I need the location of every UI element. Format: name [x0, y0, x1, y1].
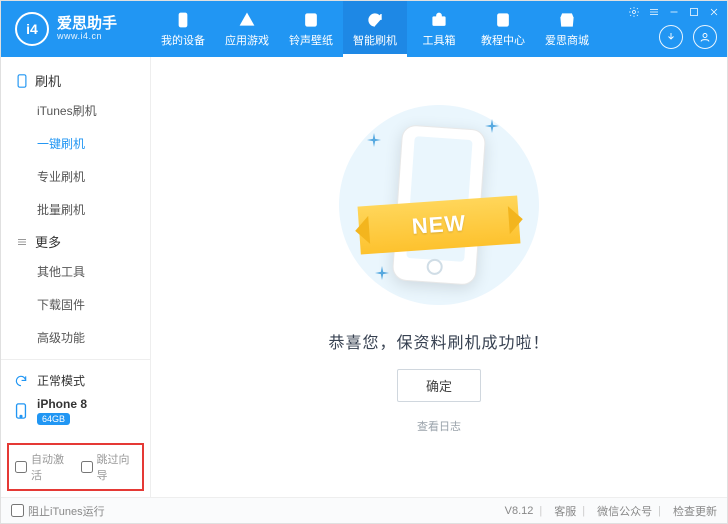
sidebar-item[interactable]: 下载固件	[1, 288, 150, 321]
sparkle-icon	[375, 266, 389, 285]
phone-icon	[174, 11, 192, 29]
minimize-icon[interactable]	[667, 5, 681, 19]
nav-item-refresh[interactable]: 智能刷机	[343, 1, 407, 57]
sidebar-item[interactable]: 一键刷机	[1, 127, 150, 160]
download-button[interactable]	[659, 25, 683, 49]
music-icon	[302, 11, 320, 29]
menu-icon[interactable]	[647, 5, 661, 19]
view-log-link[interactable]: 查看日志	[417, 418, 461, 434]
device-name: iPhone 8	[37, 397, 87, 411]
sparkle-icon	[367, 133, 381, 152]
check-update-link[interactable]: 检查更新	[673, 503, 717, 519]
book-icon	[494, 11, 512, 29]
device-info[interactable]: iPhone 8 64GB	[13, 393, 138, 429]
nav-item-apps[interactable]: 应用游戏	[215, 1, 279, 57]
window-controls	[627, 5, 721, 19]
status-bar: 阻止iTunes运行 V8.12 | 客服 | 微信公众号 | 检查更新	[1, 497, 727, 523]
top-nav: 我的设备应用游戏铃声壁纸智能刷机工具箱教程中心爱思商城	[151, 1, 599, 57]
nav-item-phone[interactable]: 我的设备	[151, 1, 215, 57]
brand: i4 爱思助手 www.i4.cn	[1, 12, 151, 46]
sidebar-item[interactable]: iTunes刷机	[1, 94, 150, 127]
toolbox-icon	[430, 11, 448, 29]
device-icon	[13, 403, 29, 419]
sidebar-item[interactable]: 高级功能	[1, 321, 150, 354]
settings-icon[interactable]	[627, 5, 641, 19]
nav-item-book[interactable]: 教程中心	[471, 1, 535, 57]
brand-title: 爱思助手	[57, 16, 117, 33]
shop-icon	[558, 11, 576, 29]
support-link[interactable]: 客服	[554, 503, 576, 519]
success-message: 恭喜您，保资料刷机成功啦！	[328, 329, 549, 353]
sparkle-icon	[485, 119, 499, 138]
sidebar: 刷机 iTunes刷机一键刷机专业刷机批量刷机 更多 其他工具下载固件高级功能 …	[1, 57, 151, 497]
ok-button[interactable]: 确定	[397, 369, 481, 402]
account-button[interactable]	[693, 25, 717, 49]
nav-item-music[interactable]: 铃声壁纸	[279, 1, 343, 57]
sidebar-group-label: 刷机	[35, 71, 61, 90]
wechat-link[interactable]: 微信公众号	[597, 503, 652, 519]
brand-subtitle: www.i4.cn	[57, 32, 117, 42]
sidebar-bottom: 正常模式 iPhone 8 64GB	[1, 359, 150, 437]
refresh-icon	[13, 373, 29, 389]
sidebar-group-label: 更多	[35, 232, 61, 251]
close-icon[interactable]	[707, 5, 721, 19]
phone-icon	[15, 74, 29, 88]
success-illustration: NEW	[339, 105, 539, 305]
more-icon	[15, 235, 29, 249]
device-badge: 64GB	[37, 413, 70, 425]
skip-guide-checkbox[interactable]: 跳过向导	[81, 451, 137, 483]
version-label: V8.12	[505, 505, 534, 517]
apps-icon	[238, 11, 256, 29]
sidebar-group-more: 更多	[1, 226, 150, 255]
nav-item-toolbox[interactable]: 工具箱	[407, 1, 471, 57]
auto-activate-checkbox[interactable]: 自动激活	[15, 451, 71, 483]
sidebar-group-flash: 刷机	[1, 65, 150, 94]
maximize-icon[interactable]	[687, 5, 701, 19]
options-box: 自动激活 跳过向导	[7, 443, 144, 491]
brand-logo-icon: i4	[15, 12, 49, 46]
sidebar-item[interactable]: 专业刷机	[1, 160, 150, 193]
main-panel: NEW 恭喜您，保资料刷机成功啦！ 确定 查看日志	[151, 57, 727, 497]
sidebar-item[interactable]: 其他工具	[1, 255, 150, 288]
refresh-icon	[366, 11, 384, 29]
block-itunes-checkbox[interactable]: 阻止iTunes运行	[11, 503, 105, 519]
nav-item-shop[interactable]: 爱思商城	[535, 1, 599, 57]
sidebar-item[interactable]: 批量刷机	[1, 193, 150, 226]
app-header: i4 爱思助手 www.i4.cn 我的设备应用游戏铃声壁纸智能刷机工具箱教程中…	[1, 1, 727, 57]
device-mode[interactable]: 正常模式	[13, 368, 138, 393]
